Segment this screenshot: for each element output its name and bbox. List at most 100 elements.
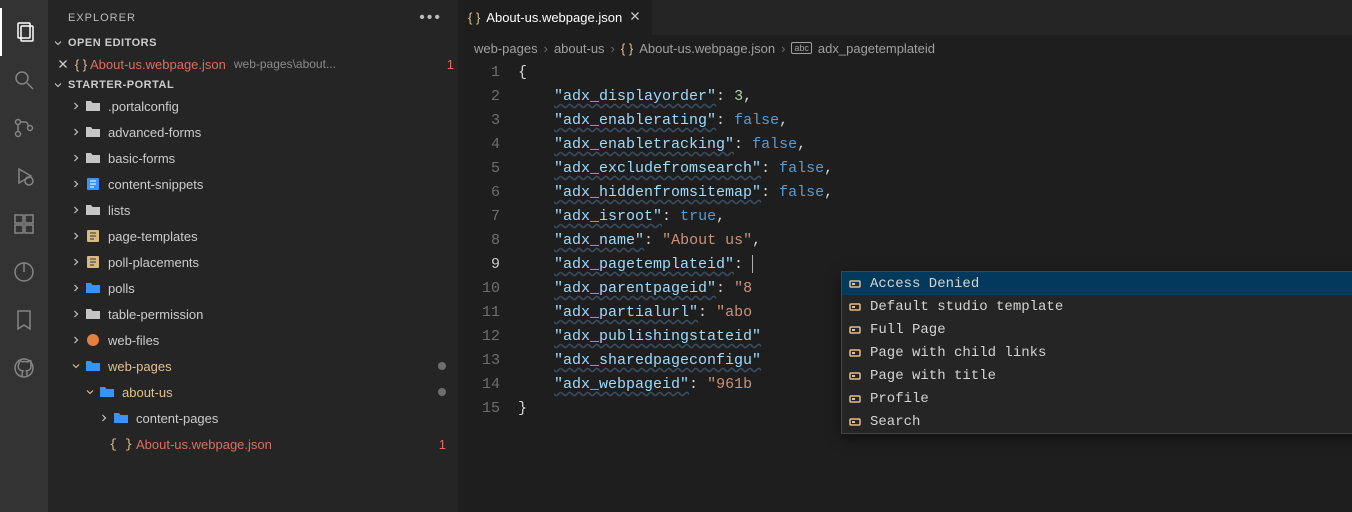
tree-item-label: table-permission — [108, 307, 446, 322]
workspace-root-section[interactable]: STARTER-PORTAL — [48, 77, 458, 93]
chevron-right-icon — [68, 100, 84, 112]
enum-member-icon — [848, 323, 862, 337]
json-file-icon: { } — [72, 57, 90, 72]
folder-icon — [98, 384, 116, 400]
chevron-down-icon — [68, 360, 84, 372]
string-symbol-icon: abc — [791, 42, 812, 54]
folder-icon — [84, 124, 102, 140]
chevron-right-icon — [68, 126, 84, 138]
open-editor-item[interactable]: { } About-us.webpage.json web-pages\abou… — [48, 51, 458, 77]
code-line[interactable]: "adx_enabletracking": false, — [518, 133, 1352, 157]
tab-title: About-us.webpage.json — [486, 10, 622, 25]
line-number-gutter: 123456789101112131415 — [458, 61, 518, 512]
code-content[interactable]: { "adx_displayorder": 3, "adx_enablerati… — [518, 61, 1352, 512]
chevron-right-icon: › — [781, 41, 785, 56]
folder-icon — [84, 280, 102, 296]
json-file-icon: { } — [468, 10, 480, 25]
folder-icon — [84, 150, 102, 166]
suggestion-item[interactable]: Access Denied — [842, 272, 1352, 295]
folder-item[interactable]: page-templates — [48, 223, 458, 249]
problem-count: 1 — [439, 437, 446, 452]
breadcrumb-segment[interactable]: web-pages — [474, 41, 538, 56]
tree-item-label: basic-forms — [108, 151, 446, 166]
suggestion-popup[interactable]: Access DeniedDefault studio templateFull… — [841, 271, 1352, 434]
json-file-icon: { } — [621, 41, 633, 56]
suggestion-label: Default studio template — [870, 295, 1063, 319]
code-line[interactable]: "adx_isroot": true, — [518, 205, 1352, 229]
suggestion-item[interactable]: Page with title — [842, 364, 1352, 387]
chevron-right-icon: › — [544, 41, 548, 56]
folder-item[interactable]: .portalconfig — [48, 93, 458, 119]
folder-icon — [84, 332, 102, 348]
suggestion-item[interactable]: Search — [842, 410, 1352, 433]
suggestion-item[interactable]: Full Page — [842, 318, 1352, 341]
activity-extensions-icon[interactable] — [0, 200, 48, 248]
activity-search-icon[interactable] — [0, 56, 48, 104]
folder-item[interactable]: web-pages — [48, 353, 458, 379]
code-line[interactable]: "adx_hiddenfromsitemap": false, — [518, 181, 1352, 205]
explorer-sidebar: EXPLORER ••• OPEN EDITORS { } About-us.w… — [48, 0, 458, 512]
breadcrumb-segment[interactable]: adx_pagetemplateid — [818, 41, 935, 56]
enum-member-icon — [848, 392, 862, 406]
activity-source-control-icon[interactable] — [0, 104, 48, 152]
tree-item-label: About-us.webpage.json — [136, 437, 439, 452]
activity-run-debug-icon[interactable] — [0, 152, 48, 200]
breadcrumb-segment[interactable]: about-us — [554, 41, 605, 56]
code-editor[interactable]: 123456789101112131415 { "adx_displayorde… — [458, 61, 1352, 512]
chevron-down-icon — [82, 386, 98, 398]
chevron-right-icon — [68, 152, 84, 164]
suggestion-item[interactable]: Page with child links — [842, 341, 1352, 364]
breadcrumb[interactable]: web-pages › about-us › { } About-us.webp… — [458, 35, 1352, 61]
suggestion-item[interactable]: Default studio template — [842, 295, 1352, 318]
folder-item[interactable]: about-us — [48, 379, 458, 405]
folder-item[interactable]: basic-forms — [48, 145, 458, 171]
sidebar-title: EXPLORER — [68, 12, 136, 24]
folder-item[interactable]: content-snippets — [48, 171, 458, 197]
tree-item-label: advanced-forms — [108, 125, 446, 140]
activity-bookmark-icon[interactable] — [0, 296, 48, 344]
tree-item-label: lists — [108, 203, 446, 218]
code-line[interactable]: "adx_enablerating": false, — [518, 109, 1352, 133]
folder-icon — [84, 306, 102, 322]
suggestion-label: Search — [870, 410, 920, 434]
modified-dot-icon — [438, 388, 446, 396]
activity-github-icon[interactable] — [0, 344, 48, 392]
folder-icon — [84, 98, 102, 114]
code-line[interactable]: { — [518, 61, 1352, 85]
code-line[interactable]: "adx_excludefromsearch": false, — [518, 157, 1352, 181]
editor-area: { } About-us.webpage.json web-pages › ab… — [458, 0, 1352, 512]
folder-item[interactable]: polls — [48, 275, 458, 301]
code-line[interactable]: "adx_displayorder": 3, — [518, 85, 1352, 109]
folder-item[interactable]: poll-placements — [48, 249, 458, 275]
file-item[interactable]: { }About-us.webpage.json1 — [48, 431, 458, 457]
folder-item[interactable]: lists — [48, 197, 458, 223]
folder-item[interactable]: web-files — [48, 327, 458, 353]
close-icon[interactable] — [628, 9, 642, 26]
activity-explorer-icon[interactable] — [0, 8, 48, 56]
folder-icon — [84, 176, 102, 192]
close-icon[interactable] — [54, 57, 72, 71]
breadcrumb-segment[interactable]: About-us.webpage.json — [639, 41, 775, 56]
open-editor-filename: About-us.webpage.json — [90, 57, 226, 72]
chevron-down-icon — [52, 37, 64, 49]
folder-icon — [84, 202, 102, 218]
activity-power-icon[interactable] — [0, 248, 48, 296]
sidebar-more-icon[interactable]: ••• — [419, 9, 442, 27]
open-editors-section[interactable]: OPEN EDITORS — [48, 35, 458, 51]
suggestion-label: Profile — [870, 387, 929, 411]
tree-item-label: web-pages — [108, 359, 438, 374]
suggestion-item[interactable]: Profile — [842, 387, 1352, 410]
folder-item[interactable]: content-pages — [48, 405, 458, 431]
folder-item[interactable]: table-permission — [48, 301, 458, 327]
code-line[interactable]: "adx_name": "About us", — [518, 229, 1352, 253]
tree-item-label: polls — [108, 281, 446, 296]
chevron-right-icon — [68, 230, 84, 242]
chevron-right-icon — [68, 282, 84, 294]
file-tree: .portalconfig advanced-forms basic-forms co… — [48, 93, 458, 512]
chevron-right-icon: › — [611, 41, 615, 56]
folder-item[interactable]: advanced-forms — [48, 119, 458, 145]
editor-tab[interactable]: { } About-us.webpage.json — [458, 0, 653, 35]
enum-member-icon — [848, 300, 862, 314]
activity-bar — [0, 0, 48, 512]
chevron-down-icon — [52, 79, 64, 91]
